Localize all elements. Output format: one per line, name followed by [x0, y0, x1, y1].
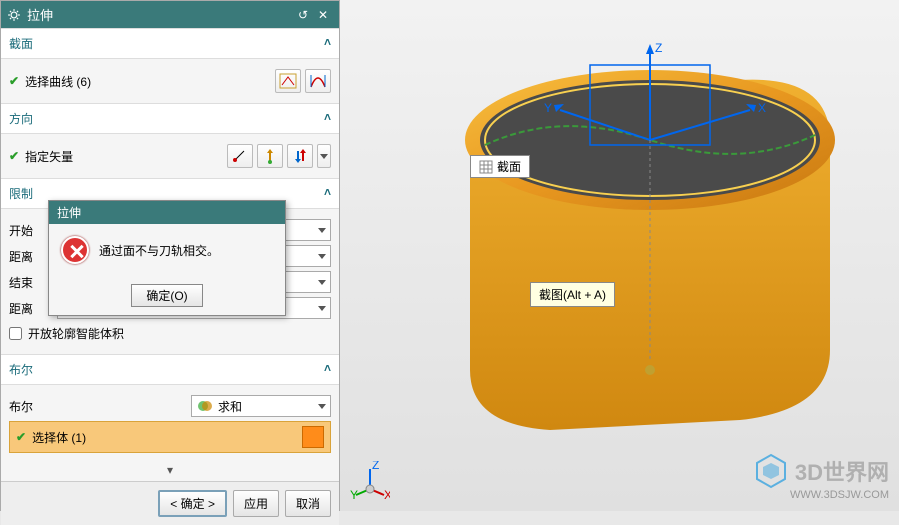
viewport-3d[interactable]: Z X Y 截面 截图(Alt + A) X Y Z 3D世界网 WWW.3DS… [340, 0, 899, 511]
body-icon [302, 426, 324, 448]
section-header-boolean[interactable]: 布尔 ˄ [1, 354, 339, 385]
section-header-section[interactable]: 截面 ˄ [1, 28, 339, 59]
chevron-up-icon: ˄ [324, 185, 331, 202]
section-body-direction: ✔ 指定矢量 [1, 134, 339, 178]
select-body-label: 选择体 (1) [32, 429, 86, 446]
grid-icon [479, 160, 493, 174]
curve-button[interactable] [305, 69, 331, 93]
svg-text:Z: Z [655, 41, 662, 55]
boolean-title: 布尔 [9, 361, 33, 378]
apply-button[interactable]: 应用 [233, 490, 279, 517]
section-body-boolean: 布尔 求和 ✔ 选择体 (1) [1, 385, 339, 459]
svg-text:X: X [758, 101, 766, 115]
screenshot-tooltip: 截图(Alt + A) [530, 282, 615, 307]
boolean-label: 布尔 [9, 398, 57, 415]
open-profile-checkbox[interactable] [9, 327, 22, 340]
extruded-body: Z X Y [410, 30, 860, 450]
cancel-button[interactable]: 取消 [285, 490, 331, 517]
dialog-ok-button[interactable]: 确定(O) [131, 284, 202, 307]
check-icon: ✔ [9, 74, 19, 88]
section-tag-label: 截面 [497, 158, 521, 175]
gear-icon [7, 8, 21, 22]
select-curve-label[interactable]: 选择曲线 (6) [25, 73, 275, 90]
vector-dialog-button[interactable] [227, 144, 253, 168]
ok-button[interactable]: < 确定 > [158, 490, 227, 517]
dialog-message: 通过面不与刀轨相交。 [99, 242, 219, 259]
panel-header: 拉伸 ↺ ✕ [1, 1, 339, 28]
check-icon: ✔ [16, 430, 26, 444]
section-title: 截面 [9, 35, 33, 52]
section-body-section: ✔ 选择曲线 (6) [1, 59, 339, 103]
boolean-combo[interactable]: 求和 [191, 395, 331, 417]
unite-icon [196, 397, 214, 415]
close-button[interactable]: ✕ [313, 8, 333, 22]
panel-title: 拉伸 [27, 5, 293, 24]
specify-vector-label[interactable]: 指定矢量 [25, 148, 227, 165]
reset-button[interactable]: ↺ [293, 8, 313, 22]
reverse-vector-button[interactable] [287, 144, 313, 168]
error-dialog: 拉伸 通过面不与刀轨相交。 确定(O) [48, 200, 286, 316]
svg-text:Z: Z [372, 461, 379, 472]
chevron-up-icon: ˄ [324, 361, 331, 378]
chevron-up-icon: ˄ [324, 35, 331, 52]
panel-footer: < 确定 > 应用 取消 [1, 481, 339, 525]
check-icon: ✔ [9, 149, 19, 163]
vector-dropdown-button[interactable] [317, 144, 331, 168]
chevron-up-icon: ˄ [324, 110, 331, 127]
view-triad[interactable]: X Y Z [350, 461, 390, 501]
svg-text:Y: Y [350, 488, 358, 501]
direction-title: 方向 [9, 110, 33, 127]
section-header-direction[interactable]: 方向 ˄ [1, 103, 339, 134]
watermark-url: WWW.3DSJW.COM [753, 489, 889, 501]
limit-title: 限制 [9, 185, 33, 202]
select-body-row[interactable]: ✔ 选择体 (1) [9, 421, 331, 453]
dialog-title: 拉伸 [49, 201, 285, 224]
open-profile-label: 开放轮廓智能体积 [28, 325, 124, 342]
inferred-vector-button[interactable] [257, 144, 283, 168]
section-tag[interactable]: 截面 [470, 155, 530, 178]
expand-more-button[interactable]: ▾ [1, 459, 339, 481]
watermark-title: 3D世界网 [795, 455, 889, 487]
logo-icon [753, 453, 789, 489]
svg-text:Y: Y [544, 101, 552, 115]
svg-text:X: X [384, 488, 390, 501]
sketch-section-button[interactable] [275, 69, 301, 93]
watermark: 3D世界网 WWW.3DSJW.COM [753, 453, 889, 501]
error-icon [61, 236, 89, 264]
boolean-value: 求和 [218, 398, 318, 415]
